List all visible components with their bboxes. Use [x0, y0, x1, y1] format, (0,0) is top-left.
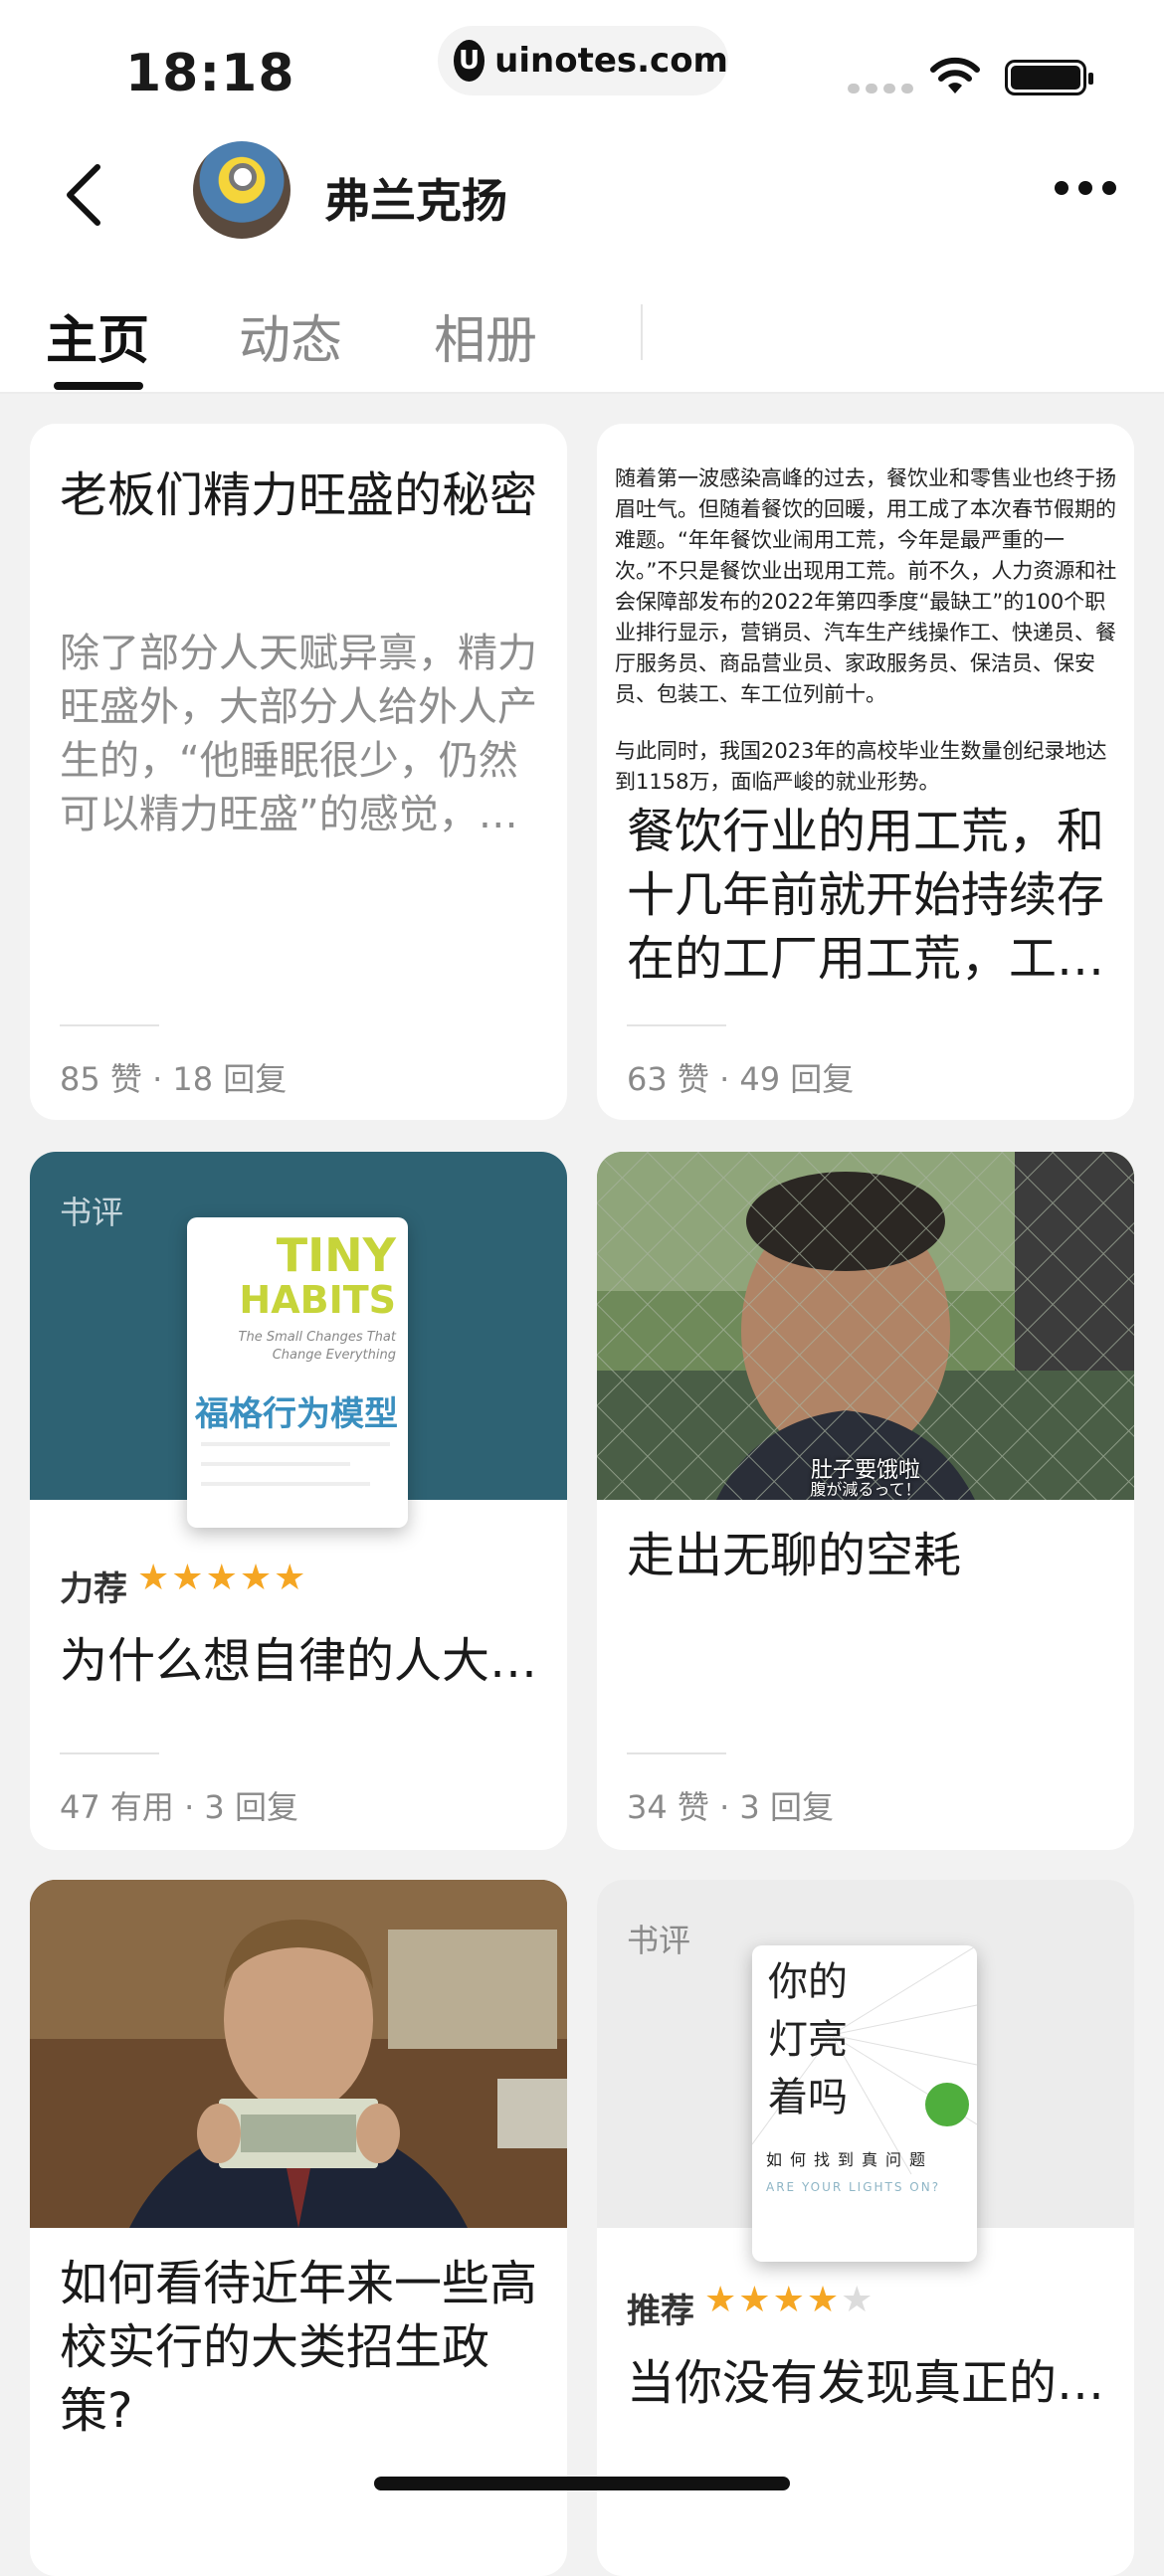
card-title: 餐饮行业的用工荒，和十几年前就开始持续存在的工厂用工荒，工…: [627, 804, 1105, 987]
star-empty-icon: ★: [841, 2280, 873, 2320]
article-paragraph: 随着第一波感染高峰的过去，餐饮业和零售业也终于扬眉吐气。但随着餐饮的回暖，用工成…: [615, 466, 1117, 706]
rating-stars: ★ ★ ★ ★ ★: [137, 1558, 305, 1598]
card-title: 为什么想自律的人大…: [60, 1633, 538, 1689]
site-logo-icon: U: [454, 40, 485, 82]
card-meta: 47 有用 · 3 回复: [60, 1788, 298, 1826]
book-review-card[interactable]: 书评 你的灯亮着吗 如何找到真问题 ARE YOUR LIGHTS ON? 推荐…: [597, 1880, 1134, 2576]
card-meta: 85 赞 · 18 回复: [60, 1060, 288, 1098]
card-meta: 34 赞 · 3 回复: [627, 1788, 834, 1826]
status-time: 18:18: [125, 44, 295, 103]
book-title-cn: 福格行为模型: [195, 1394, 398, 1434]
more-icon[interactable]: [1055, 181, 1116, 195]
movie-still-image: [30, 1880, 567, 2228]
post-card[interactable]: 老板们精力旺盛的秘密 除了部分人天赋异禀，精力旺盛外，大部分人给外人产生的，“他…: [30, 424, 567, 1120]
wifi-icon: [930, 57, 980, 93]
card-excerpt: 除了部分人天赋异禀，精力旺盛外，大部分人给外人产生的，“他睡眠很少，仍然可以精力…: [60, 631, 537, 837]
post-card[interactable]: 肚子要饿啦 腹が減るって！ 走出无聊的空耗 34 赞 · 3 回复: [597, 1152, 1134, 1850]
post-card[interactable]: 随着第一波感染高峰的过去，餐饮业和零售业也终于扬眉吐气。但随着餐饮的回暖，用工成…: [597, 424, 1134, 1120]
tab-album[interactable]: 相册: [434, 298, 537, 373]
review-tag: 书评: [627, 1922, 691, 1959]
rating-stars: ★ ★ ★ ★ ★: [704, 2280, 873, 2320]
drama-still-image: [597, 1152, 1134, 1500]
star-icon: ★: [137, 1558, 170, 1598]
url-text: uinotes.com: [494, 41, 728, 81]
book-title-en-2: HABITS: [239, 1278, 396, 1322]
book-title-cn: 你的灯亮着吗: [768, 1959, 848, 2120]
star-icon: ★: [738, 2280, 771, 2320]
rating-label: 推荐: [627, 2292, 694, 2331]
tab-activity[interactable]: 动态: [239, 298, 342, 373]
profile-header: 弗兰克扬: [0, 129, 1164, 259]
card-divider: [627, 1752, 726, 1754]
card-meta: 63 赞 · 49 回复: [627, 1060, 855, 1098]
star-icon: ★: [274, 1558, 306, 1598]
profile-tabs: 主页 动态 相册: [0, 259, 1164, 394]
subtitle-jp: 腹が減るって！: [810, 1480, 921, 1499]
book-cover-tiny-habits: TINY HABITS The Small Changes That Chang…: [187, 1217, 408, 1528]
star-icon: ★: [806, 2280, 840, 2320]
article-paragraph: 与此同时，我国2023年的高校毕业生数量创纪录地达到1158万，面临严峻的就业形…: [615, 739, 1107, 792]
book-subtitle-cn: 如何找到真问题: [766, 2150, 934, 2169]
status-bar: 18:18 U uinotes.com: [0, 0, 1164, 129]
rating-label: 力荐: [60, 1569, 127, 1609]
home-indicator[interactable]: [374, 2477, 790, 2490]
card-title: 走出无聊的空耗: [627, 1528, 962, 1583]
book-title-en: ARE YOUR LIGHTS ON?: [766, 2180, 941, 2194]
battery-icon: [1005, 60, 1093, 95]
book-cover-lights-on: 你的灯亮着吗 如何找到真问题 ARE YOUR LIGHTS ON?: [752, 1945, 977, 2262]
back-icon[interactable]: [56, 157, 115, 233]
card-divider: [627, 1024, 726, 1026]
star-icon: ★: [772, 2280, 805, 2320]
book-review-card[interactable]: 书评 TINY HABITS The Small Changes That Ch…: [30, 1152, 567, 1850]
book-title-en-1: TINY: [276, 1228, 396, 1282]
avatar[interactable]: [193, 141, 291, 239]
url-pill[interactable]: U uinotes.com: [438, 26, 728, 95]
active-tab-indicator: [54, 382, 143, 390]
star-icon: ★: [239, 1558, 273, 1598]
article-preview-text: 随着第一波感染高峰的过去，餐饮业和零售业也终于扬眉吐气。但随着餐饮的回暖，用工成…: [615, 463, 1120, 792]
star-icon: ★: [171, 1558, 204, 1598]
card-divider: [60, 1752, 159, 1754]
star-icon: ★: [704, 2280, 737, 2320]
card-divider: [60, 1024, 159, 1026]
post-card[interactable]: 如何看待近年来一些高校实行的大类招生政策?: [30, 1880, 567, 2576]
tab-divider: [641, 304, 643, 360]
username[interactable]: 弗兰克扬: [324, 165, 507, 231]
post-photo: 肚子要饿啦 腹が減るって！: [597, 1152, 1134, 1500]
review-tag: 书评: [60, 1194, 124, 1231]
cellular-signal-icon: [848, 84, 913, 93]
tab-home[interactable]: 主页: [46, 298, 149, 373]
card-title: 如何看待近年来一些高校实行的大类招生政策?: [60, 2256, 538, 2439]
card-title: 当你没有发现真正的…: [627, 2355, 1105, 2411]
star-icon: ★: [205, 1558, 238, 1598]
book-subtitle-en: The Small Changes That Change Everything: [238, 1330, 396, 1363]
post-photo: [30, 1880, 567, 2228]
card-title: 老板们精力旺盛的秘密: [60, 467, 538, 523]
